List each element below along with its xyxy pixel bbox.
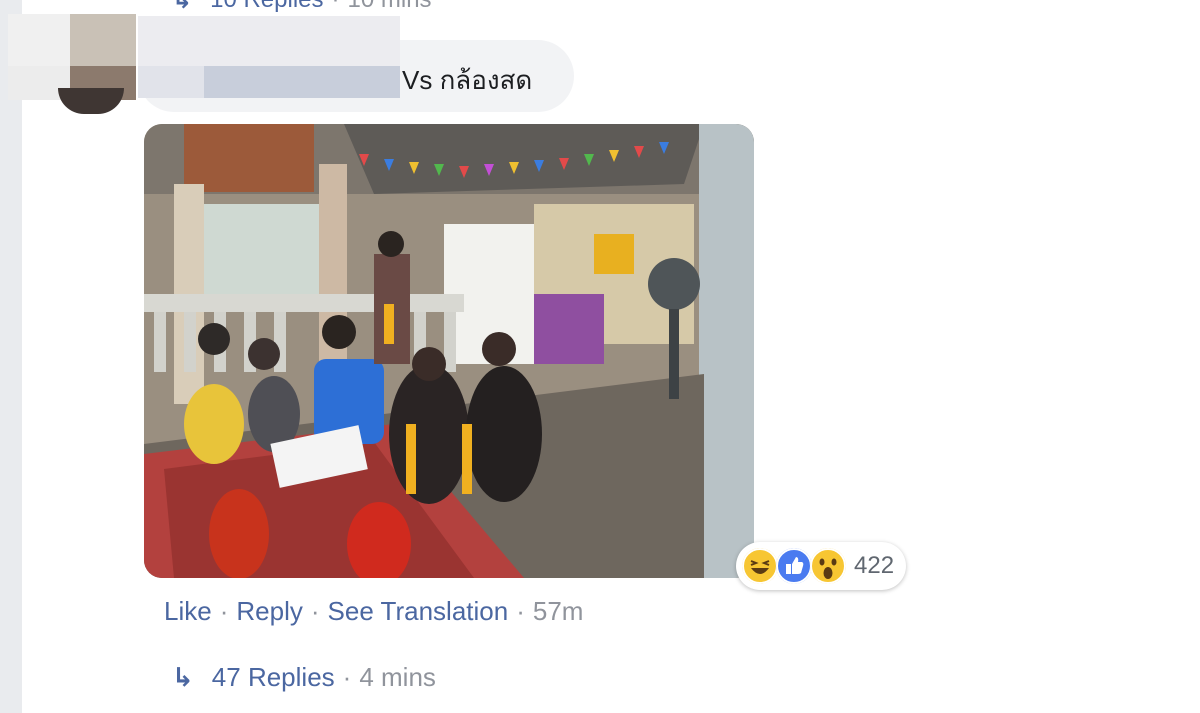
separator: · (219, 595, 229, 626)
view-replies-link[interactable]: 47 Replies (212, 662, 335, 693)
haha-reaction-icon (742, 548, 778, 584)
previous-replies-link[interactable]: 10 Replies (210, 0, 323, 14)
separator: · (332, 0, 340, 14)
reply-arrow-icon: ↳ (172, 0, 193, 14)
comment-actions: Like · Reply · See Translation · 57m (164, 596, 583, 626)
reactions-summary[interactable]: 422 (736, 542, 906, 590)
author-name-blurred[interactable] (138, 16, 400, 66)
like-link[interactable]: Like (164, 596, 212, 627)
comment-text: Vs กล้องสด (402, 65, 533, 95)
avatar-image[interactable] (58, 88, 124, 114)
separator: · (310, 595, 320, 626)
separator: · (342, 661, 352, 692)
previous-replies-row[interactable]: ↳ 10 Replies · 10 mins (172, 0, 432, 14)
wow-reaction-icon (810, 548, 846, 584)
replies-row[interactable]: ↳ 47 Replies · 4 mins (172, 662, 436, 692)
author-name-blurred-part (204, 66, 400, 98)
see-translation-link[interactable]: See Translation (328, 596, 509, 627)
like-reaction-icon (776, 548, 812, 584)
replies-time: 4 mins (359, 661, 436, 692)
comment-photo[interactable] (144, 124, 754, 578)
author-name-blurred-part (138, 66, 204, 98)
reaction-count: 422 (854, 552, 895, 579)
separator: · (516, 595, 525, 626)
left-rail (0, 0, 22, 713)
comment-time[interactable]: 57m (533, 596, 584, 627)
photo-illustration (144, 124, 754, 578)
reply-link[interactable]: Reply (236, 596, 302, 627)
previous-replies-time: 10 mins (348, 0, 432, 14)
reply-arrow-icon: ↳ (172, 661, 194, 692)
